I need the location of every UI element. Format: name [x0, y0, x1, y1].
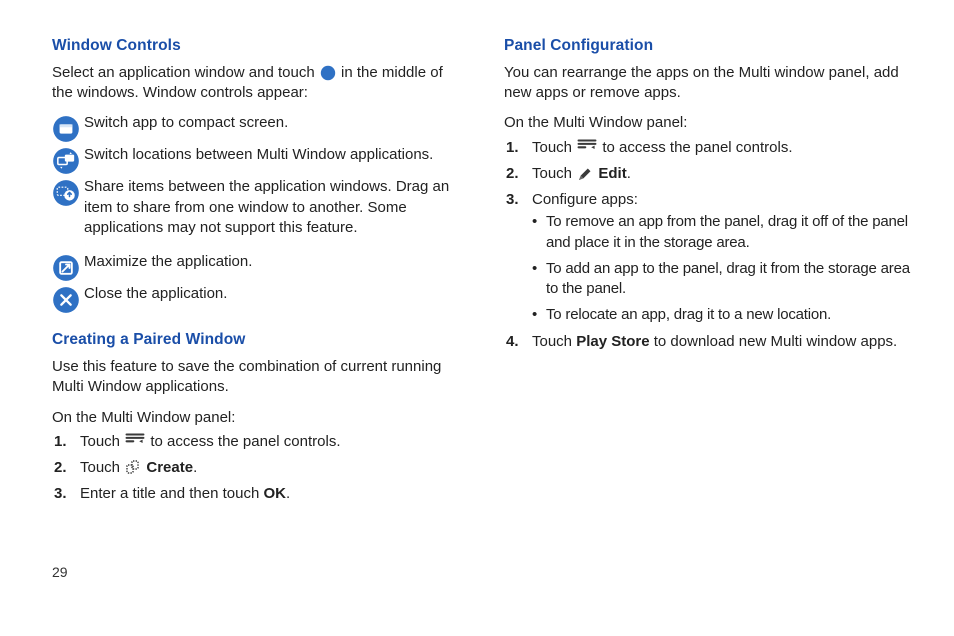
row-maximize-text: Maximize the application. [80, 252, 466, 276]
right-column: Panel Configuration You can rearrange th… [504, 36, 918, 580]
pc-step-3: Configure apps: To remove an app from th… [532, 190, 918, 326]
step2-create-label: Create [146, 459, 193, 476]
panel-config-onpanel: On the Multi Window panel: [504, 113, 918, 133]
manual-page: Window Controls Select an application wi… [0, 0, 954, 590]
compact-screen-icon [52, 115, 80, 137]
intro-text-a: Select an application window and touch [52, 64, 319, 81]
pc4-c: to download new Multi window apps. [650, 333, 898, 350]
paired-window-intro: Use this feature to save the combination… [52, 357, 466, 398]
pc1-b: to access the panel controls. [602, 139, 792, 156]
panel-config-intro: You can rearrange the apps on the Multi … [504, 63, 918, 104]
pc2-edit-label: Edit [598, 165, 626, 182]
pc3-text: Configure apps: [532, 191, 638, 208]
pc-step-1: Touch to access the panel controls. [532, 138, 918, 158]
bul-relocate: To relocate an app, drag it to a new loc… [546, 305, 918, 325]
pc2-c: . [627, 165, 631, 182]
share-items-icon [52, 179, 80, 201]
pc1-a: Touch [532, 139, 576, 156]
step3-a: Enter a title and then touch [80, 485, 263, 502]
step2-c: . [193, 459, 197, 476]
step2-a: Touch [80, 459, 124, 476]
heading-paired-window: Creating a Paired Window [52, 330, 466, 351]
pc-step-4: Touch Play Store to download new Multi w… [532, 332, 918, 352]
pc-step-2: Touch Edit. [532, 164, 918, 184]
pc2-a: Touch [532, 165, 576, 182]
create-icon [124, 459, 142, 475]
page-number: 29 [52, 563, 68, 582]
bul-add: To add an app to the panel, drag it from… [546, 259, 918, 300]
step-1: Touch to access the panel controls. [80, 432, 466, 452]
row-close: Close the application. [52, 284, 466, 308]
row-maximize: Maximize the application. [52, 252, 466, 276]
step3-c: . [286, 485, 290, 502]
step3-ok-label: OK [263, 485, 286, 502]
row-share-items: Share items between the application wind… [52, 177, 466, 238]
circle-handle-icon [319, 64, 337, 80]
step-3: Enter a title and then touch OK. [80, 484, 466, 504]
paired-window-onpanel: On the Multi Window panel: [52, 408, 466, 428]
edit-pencil-icon [576, 165, 594, 181]
step1-a: Touch [80, 433, 124, 450]
configure-apps-list: To remove an app from the panel, drag it… [532, 212, 918, 325]
step1-b: to access the panel controls. [150, 433, 340, 450]
heading-window-controls: Window Controls [52, 36, 466, 57]
paired-window-steps: Touch to access the panel controls. Touc… [52, 432, 466, 505]
row-switch-locations-text: Switch locations between Multi Window ap… [80, 145, 466, 169]
left-column: Window Controls Select an application wi… [52, 36, 466, 580]
row-compact-screen-text: Switch app to compact screen. [80, 113, 466, 137]
step-2: Touch Create. [80, 458, 466, 478]
row-compact-screen: Switch app to compact screen. [52, 113, 466, 137]
window-controls-intro: Select an application window and touch i… [52, 63, 466, 104]
pc4-playstore-label: Play Store [576, 333, 649, 350]
close-icon [52, 286, 80, 308]
panel-controls-icon [576, 138, 598, 156]
maximize-icon [52, 254, 80, 276]
pc4-a: Touch [532, 333, 576, 350]
row-share-items-text: Share items between the application wind… [80, 177, 466, 238]
panel-config-steps: Touch to access the panel controls. Touc… [504, 138, 918, 352]
heading-panel-config: Panel Configuration [504, 36, 918, 57]
row-switch-locations: Switch locations between Multi Window ap… [52, 145, 466, 169]
panel-controls-icon [124, 432, 146, 450]
switch-locations-icon [52, 147, 80, 169]
row-close-text: Close the application. [80, 284, 466, 308]
bul-remove: To remove an app from the panel, drag it… [546, 212, 918, 253]
